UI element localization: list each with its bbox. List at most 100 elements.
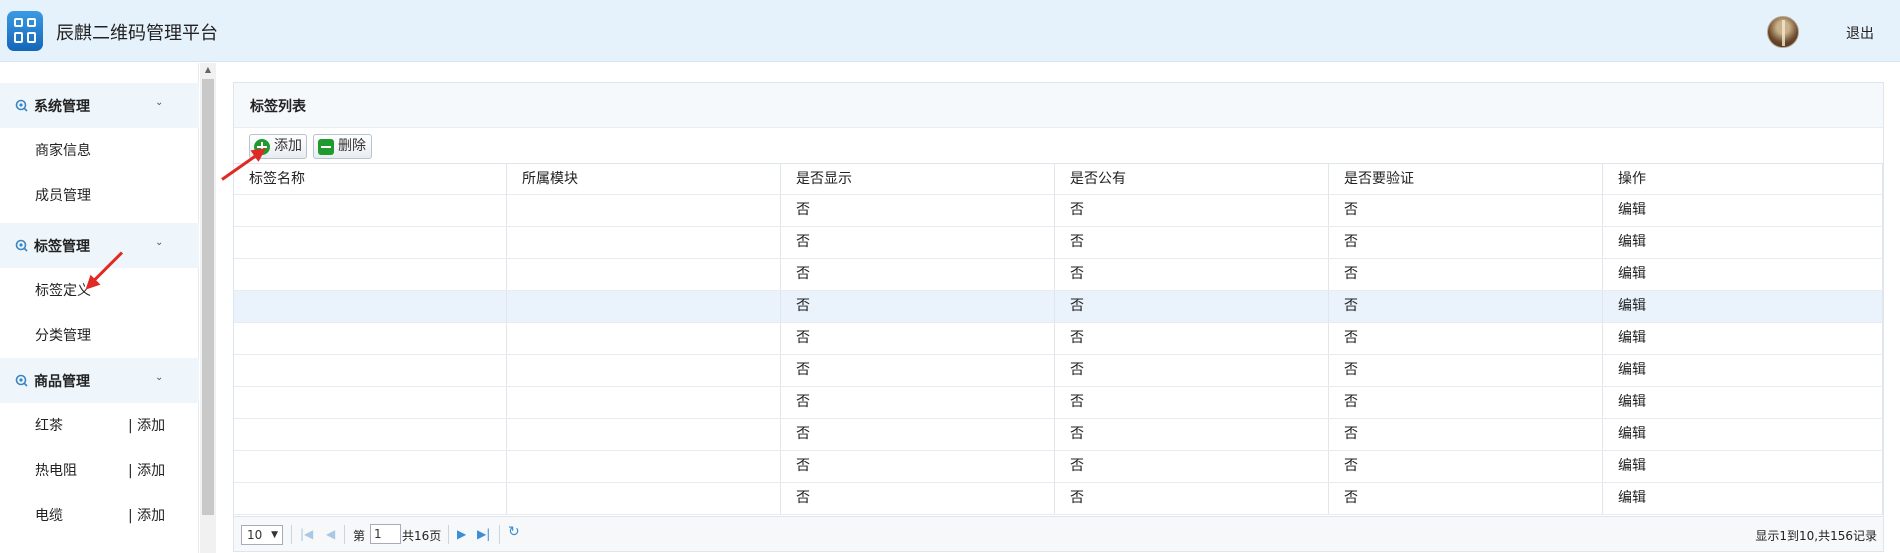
sidebar-item-product[interactable]: 热电阻 xyxy=(35,460,77,480)
first-page-icon[interactable]: |◀ xyxy=(300,526,313,542)
scrollbar-thumb[interactable] xyxy=(202,79,214,515)
page-number-input[interactable]: 1 xyxy=(370,524,401,544)
table-cell: 否 xyxy=(1055,259,1329,290)
edit-link[interactable]: 编辑 xyxy=(1603,387,1883,418)
refresh-icon[interactable]: ↻ xyxy=(508,524,520,540)
add-button-label: 添加 xyxy=(274,138,302,154)
edit-link[interactable]: 编辑 xyxy=(1603,419,1883,450)
sidebar-group-tags[interactable]: 标签管理 ⌄ xyxy=(0,223,199,268)
table-cell: 否 xyxy=(1055,355,1329,386)
logout-link[interactable]: 退出 xyxy=(1846,23,1874,43)
prev-page-icon[interactable]: ◀ xyxy=(326,526,335,542)
table-row[interactable]: 否否否编辑 xyxy=(234,227,1883,259)
edit-link[interactable]: 编辑 xyxy=(1603,355,1883,386)
table-row[interactable]: 否否否编辑 xyxy=(234,195,1883,227)
table-cell: 否 xyxy=(1329,355,1603,386)
sidebar-item-category[interactable]: 分类管理 xyxy=(35,325,91,345)
table-cell: 否 xyxy=(1055,291,1329,322)
table-cell: 否 xyxy=(1329,227,1603,258)
table-row[interactable]: 否否否编辑 xyxy=(234,387,1883,419)
edit-link[interactable]: 编辑 xyxy=(1603,259,1883,290)
sidebar-group-system[interactable]: 系统管理 ⌄ xyxy=(0,83,199,128)
column-header-public[interactable]: 是否公有 xyxy=(1055,164,1329,195)
sidebar-item-product[interactable]: 红茶 xyxy=(35,415,63,435)
table-cell: 否 xyxy=(781,419,1055,450)
table-cell: 否 xyxy=(1055,483,1329,514)
table-cell xyxy=(507,451,781,482)
table-cell xyxy=(507,387,781,418)
delete-button[interactable]: 删除 xyxy=(313,134,372,159)
table-cell xyxy=(234,323,507,354)
column-header-tag-name[interactable]: 标签名称 xyxy=(234,164,507,195)
table-cell xyxy=(507,483,781,514)
edit-link[interactable]: 编辑 xyxy=(1603,227,1883,258)
table-cell: 否 xyxy=(781,227,1055,258)
edit-link[interactable]: 编辑 xyxy=(1603,451,1883,482)
last-page-icon[interactable]: ▶| xyxy=(477,526,490,542)
chevron-down-icon: ⌄ xyxy=(155,372,164,383)
delete-button-label: 删除 xyxy=(338,138,366,154)
sidebar-group-label: 标签管理 xyxy=(34,239,90,255)
table-cell xyxy=(234,387,507,418)
user-avatar[interactable] xyxy=(1767,16,1799,48)
page-size-select[interactable]: 10 ▼ xyxy=(241,525,283,545)
panel-title: 标签列表 xyxy=(250,99,306,115)
column-header-action[interactable]: 操作 xyxy=(1603,164,1883,195)
sidebar-item-members[interactable]: 成员管理 xyxy=(35,185,91,205)
next-page-icon[interactable]: ▶ xyxy=(457,526,466,542)
table-cell xyxy=(507,323,781,354)
chevron-down-icon: ⌄ xyxy=(155,237,164,248)
pager-divider xyxy=(291,525,292,544)
table-row[interactable]: 否否否编辑 xyxy=(234,483,1883,515)
sidebar-item-merchant-info[interactable]: 商家信息 xyxy=(35,140,91,160)
table-row[interactable]: 否否否编辑 xyxy=(234,419,1883,451)
sidebar-item-product[interactable]: 电缆 xyxy=(35,505,63,525)
table-cell xyxy=(507,227,781,258)
sidebar-add-link[interactable]: | 添加 xyxy=(128,415,165,435)
table-cell: 否 xyxy=(1055,387,1329,418)
minus-icon xyxy=(318,139,334,155)
table-cell: 否 xyxy=(781,387,1055,418)
table-row[interactable]: 否否否编辑 xyxy=(234,291,1883,323)
column-header-module[interactable]: 所属模块 xyxy=(507,164,781,195)
scroll-up-arrow-icon[interactable]: ▲ xyxy=(200,63,216,77)
table-cell: 否 xyxy=(1055,419,1329,450)
table-cell xyxy=(507,355,781,386)
sidebar-add-link[interactable]: | 添加 xyxy=(128,505,165,525)
table-cell: 否 xyxy=(1329,291,1603,322)
table-cell: 否 xyxy=(781,355,1055,386)
table-cell: 否 xyxy=(781,483,1055,514)
table-cell: 否 xyxy=(1055,195,1329,226)
column-header-verify[interactable]: 是否要验证 xyxy=(1329,164,1603,195)
panel-header: 标签列表 xyxy=(234,83,1883,128)
app-header: 辰麒二维码管理平台 退出 xyxy=(0,0,1900,62)
toolbar: 添加 删除 xyxy=(234,129,1883,163)
column-header-visible[interactable]: 是否显示 xyxy=(781,164,1055,195)
table-cell xyxy=(234,259,507,290)
edit-link[interactable]: 编辑 xyxy=(1603,483,1883,514)
table-cell xyxy=(234,195,507,226)
table-cell: 否 xyxy=(781,451,1055,482)
table-cell: 否 xyxy=(1055,451,1329,482)
edit-link[interactable]: 编辑 xyxy=(1603,195,1883,226)
table-cell: 否 xyxy=(1329,387,1603,418)
table-cell xyxy=(507,291,781,322)
record-info: 显示1到10,共156记录 xyxy=(1755,529,1877,543)
edit-link[interactable]: 编辑 xyxy=(1603,291,1883,322)
table-cell: 否 xyxy=(781,259,1055,290)
chevron-down-icon: ⌄ xyxy=(155,97,164,108)
table-cell: 否 xyxy=(1329,419,1603,450)
sidebar-add-link[interactable]: | 添加 xyxy=(128,460,165,480)
sidebar-group-products[interactable]: 商品管理 ⌄ xyxy=(0,358,199,403)
gear-icon xyxy=(15,239,28,252)
table-cell: 否 xyxy=(781,195,1055,226)
tag-list-panel: 标签列表 添加 删除 标签名称 所属模块 是否显示 是否公有 是否要验证 操作 否否否编辑… xyxy=(233,82,1884,552)
table-row[interactable]: 否否否编辑 xyxy=(234,451,1883,483)
pagination-bar: 10 ▼ |◀ ◀ 第 1 共16页 ▶ ▶| ↻ 显示1到10,共156记录 xyxy=(234,516,1883,551)
edit-link[interactable]: 编辑 xyxy=(1603,323,1883,354)
table-row[interactable]: 否否否编辑 xyxy=(234,323,1883,355)
table-row[interactable]: 否否否编辑 xyxy=(234,259,1883,291)
table-cell xyxy=(507,419,781,450)
sidebar-scrollbar[interactable]: ▲ xyxy=(200,63,216,553)
table-row[interactable]: 否否否编辑 xyxy=(234,355,1883,387)
